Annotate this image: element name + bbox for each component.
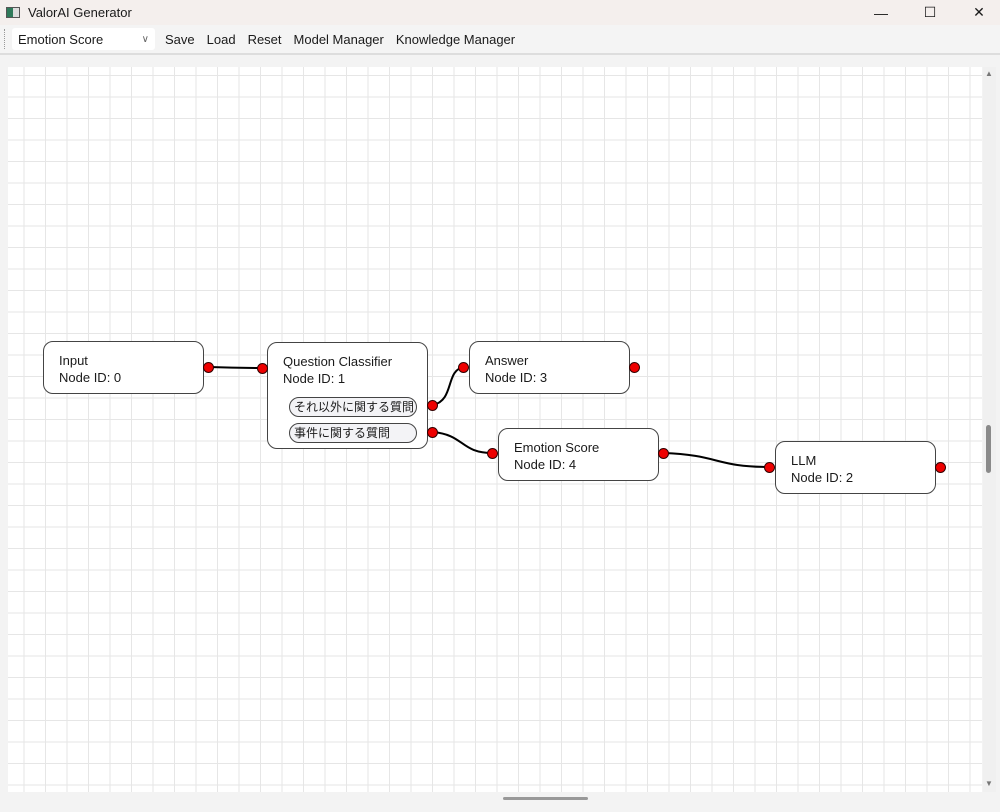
- node-llm[interactable]: LLM Node ID: 2: [775, 441, 936, 494]
- edge-emotion-llm: [662, 452, 771, 468]
- output-port[interactable]: [629, 362, 640, 373]
- output-port[interactable]: [427, 427, 438, 438]
- input-port[interactable]: [257, 363, 268, 374]
- horizontal-scroll-thumb[interactable]: [503, 797, 588, 800]
- vertical-scrollbar[interactable]: ▲ ▼: [983, 67, 996, 792]
- connections: [208, 366, 771, 468]
- horizontal-scrollbar[interactable]: [8, 794, 982, 806]
- edge-classifier-answer: [432, 366, 465, 406]
- node-id: Node ID: 2: [791, 470, 854, 485]
- node-id: Node ID: 0: [59, 370, 122, 385]
- node-title: LLM: [791, 453, 817, 468]
- node-id: Node ID: 4: [514, 457, 577, 472]
- node-input[interactable]: Input Node ID: 0: [43, 341, 204, 394]
- scroll-down-arrow-icon[interactable]: ▼: [985, 779, 993, 788]
- output-port[interactable]: [427, 400, 438, 411]
- node-id: Node ID: 1: [283, 371, 346, 386]
- output-port[interactable]: [658, 448, 669, 459]
- input-port[interactable]: [458, 362, 469, 373]
- node-emotion-score[interactable]: Emotion Score Node ID: 4: [498, 428, 659, 481]
- edge-classifier-emotion: [432, 431, 494, 454]
- output-port[interactable]: [935, 462, 946, 473]
- edge-input-classifier: [208, 366, 263, 369]
- vertical-scroll-thumb[interactable]: [986, 425, 991, 473]
- node-answer[interactable]: Answer Node ID: 3: [469, 341, 630, 394]
- node-question-classifier[interactable]: Question Classifier Node ID: 1 それ以外に関する質…: [267, 342, 428, 449]
- node-title: Answer: [485, 353, 529, 368]
- input-port[interactable]: [487, 448, 498, 459]
- class-item[interactable]: 事件に関する質問: [289, 423, 417, 443]
- node-title: Question Classifier: [283, 354, 393, 369]
- scroll-up-arrow-icon[interactable]: ▲: [985, 69, 993, 78]
- node-title: Input: [59, 353, 88, 368]
- node-title: Emotion Score: [514, 440, 600, 455]
- input-port[interactable]: [764, 462, 775, 473]
- class-item[interactable]: それ以外に関する質問: [289, 397, 417, 417]
- output-port[interactable]: [203, 362, 214, 373]
- node-id: Node ID: 3: [485, 370, 548, 385]
